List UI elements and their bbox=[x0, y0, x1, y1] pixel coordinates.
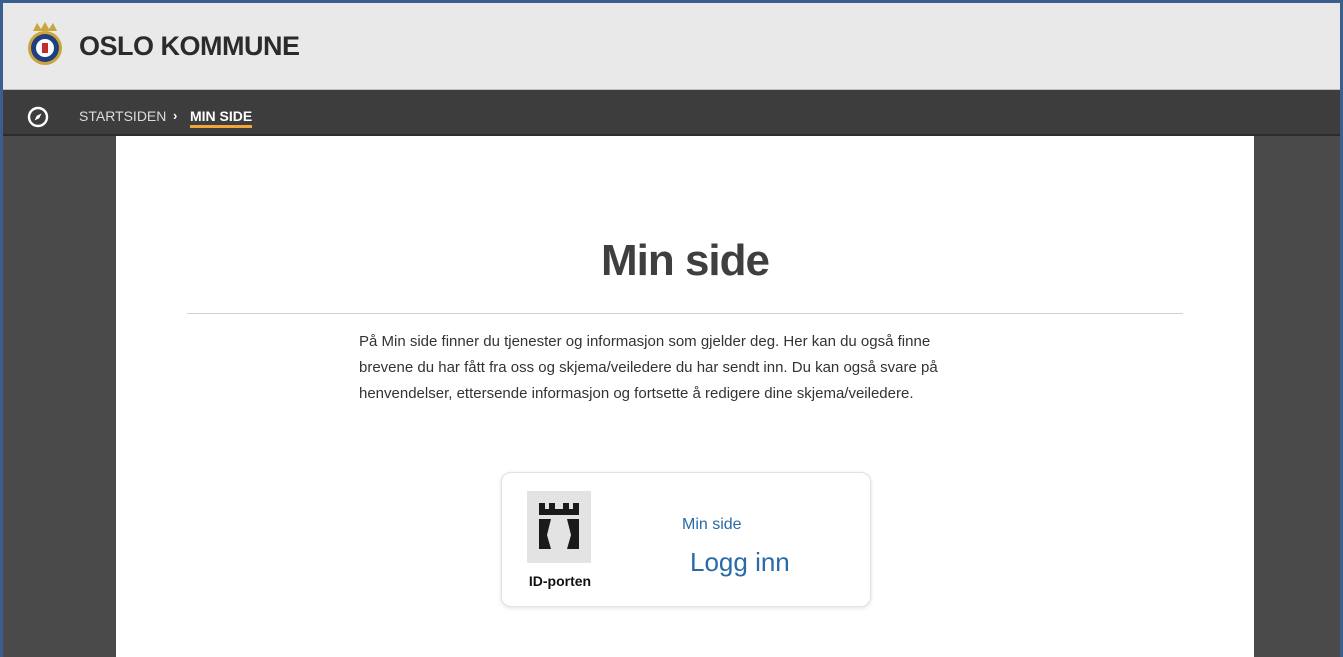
login-subtitle[interactable]: Min side bbox=[682, 516, 742, 534]
id-porten-label: ID-porten bbox=[528, 573, 592, 589]
page-title: Min side bbox=[600, 236, 770, 285]
browser-frame: OSLO KOMMUNE STARTSIDEN › MIN SIDE Min s… bbox=[0, 0, 1343, 657]
login-card[interactable]: ID-porten Min side Logg inn bbox=[501, 472, 871, 607]
oslo-coat-of-arms-icon[interactable] bbox=[25, 21, 65, 69]
breadcrumb-separator: › bbox=[173, 108, 178, 123]
compass-icon[interactable] bbox=[27, 106, 49, 128]
breadcrumb: STARTSIDEN › MIN SIDE bbox=[3, 90, 1340, 136]
main-content: Min side På Min side finner du tjenester… bbox=[116, 136, 1254, 657]
id-porten-tower-icon bbox=[527, 491, 591, 563]
intro-line: henvendelser, ettersende informasjon og … bbox=[359, 385, 914, 402]
login-link[interactable]: Logg inn bbox=[690, 547, 790, 578]
title-divider bbox=[187, 313, 1183, 314]
intro-line: brevene du har fått fra oss og skjema/ve… bbox=[359, 359, 938, 376]
breadcrumb-home-link[interactable]: STARTSIDEN bbox=[79, 108, 166, 124]
intro-text: På Min side finner du tjenester og infor… bbox=[359, 329, 1019, 407]
brand-name[interactable]: OSLO KOMMUNE bbox=[79, 31, 300, 62]
site-header: OSLO KOMMUNE bbox=[3, 3, 1340, 90]
intro-line: På Min side finner du tjenester og infor… bbox=[359, 333, 931, 350]
breadcrumb-current-page: MIN SIDE bbox=[190, 108, 253, 128]
